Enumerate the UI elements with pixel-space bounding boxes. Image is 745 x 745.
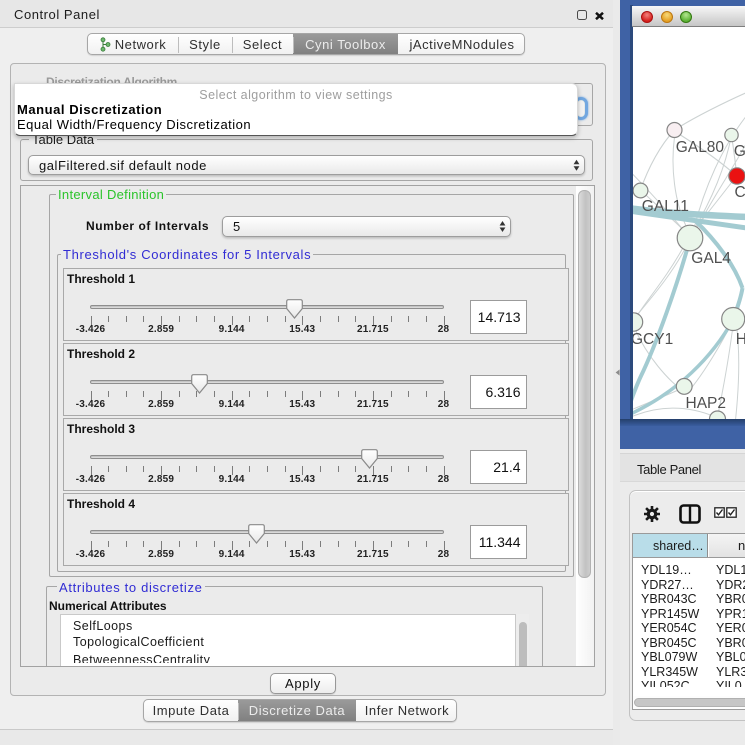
svg-text:HA: HA [735, 331, 745, 348]
svg-text:HAP2: HAP2 [685, 395, 726, 412]
svg-text:CD: CD [734, 184, 745, 201]
svg-text:GCY1: GCY1 [633, 331, 673, 348]
svg-text:GAL80: GAL80 [675, 139, 724, 156]
svg-text:GA: GA [733, 143, 745, 160]
svg-text:GAL11: GAL11 [641, 198, 688, 215]
svg-text:GAL4: GAL4 [691, 250, 731, 267]
